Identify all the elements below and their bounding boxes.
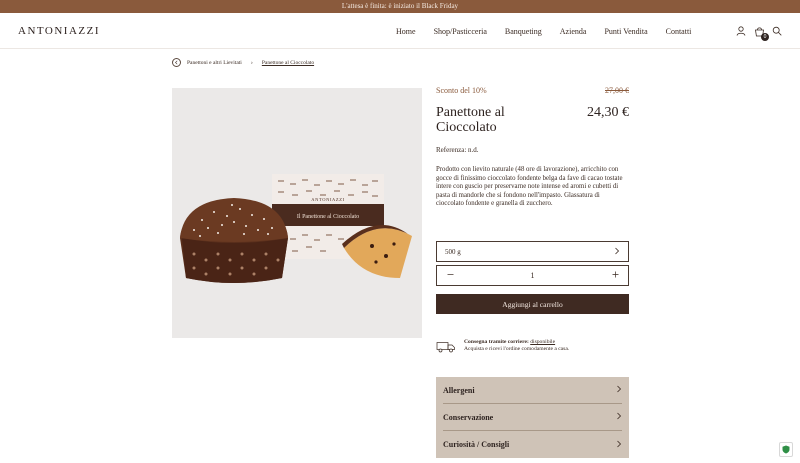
price-discount-row: Sconto del 10% 27,00 € [436, 86, 629, 95]
header-icons: 0 [735, 25, 783, 41]
weight-select-value: 500 g [445, 247, 461, 256]
chevron-right-icon [616, 412, 622, 422]
panettone-illustration: ANTONIAZZI Il Panettone al Cioccolato [180, 174, 412, 283]
box-title: Il Panettone al Cioccolato [297, 214, 359, 220]
old-price: 27,00 € [605, 86, 629, 95]
chevron-right-icon: › [250, 59, 253, 66]
truck-icon [436, 340, 456, 353]
nav-contatti[interactable]: Contatti [666, 27, 692, 36]
chevron-right-icon [616, 440, 622, 450]
breadcrumb: Panettoni e altri Lievitati › Panettone … [172, 58, 314, 67]
delivery-label: Consegna tramite corriere: [464, 339, 529, 345]
nav-punti-vendita[interactable]: Punti Vendita [604, 27, 647, 36]
increase-quantity-button[interactable] [610, 271, 620, 280]
chevron-right-icon [616, 385, 622, 395]
weight-select[interactable]: 500 g [436, 241, 629, 262]
decrease-quantity-button[interactable] [445, 271, 455, 280]
product-accordion: Allergeni Conservazione Curiosità / Cons… [436, 377, 629, 458]
cart-icon[interactable]: 0 [753, 25, 769, 41]
discount-label: Sconto del 10% [436, 86, 487, 95]
quantity-value[interactable]: 1 [531, 271, 535, 280]
title-row: Panettone al Cioccolato 24,30 € [436, 105, 629, 135]
nav-home[interactable]: Home [396, 27, 416, 36]
delivery-text: Consegna tramite corriere: disponibile A… [464, 339, 569, 352]
product-title: Panettone al Cioccolato [436, 105, 505, 135]
product-price: 24,30 € [587, 105, 629, 120]
breadcrumb-parent[interactable]: Panettoni e altri Lievitati [187, 60, 242, 66]
breadcrumb-current[interactable]: Panettone al Cioccolato [262, 60, 314, 66]
quantity-stepper: 1 [436, 265, 629, 286]
product-description: Prodotto con lievito naturale (48 ore di… [436, 166, 623, 208]
main-nav: Home Shop/Pasticceria Banqueting Azienda… [396, 27, 709, 36]
user-icon[interactable] [735, 25, 747, 37]
cookie-settings-button[interactable] [779, 442, 793, 457]
accordion-curiosita[interactable]: Curiosità / Consigli [443, 431, 622, 458]
chevron-right-icon [614, 247, 620, 257]
brand-logo[interactable]: ANTONIAZZI [18, 25, 100, 37]
announcement-bar: L'attesa è finita: è iniziato il Black F… [0, 0, 800, 13]
accordion-label: Allergeni [443, 385, 475, 395]
back-arrow-icon[interactable] [172, 58, 181, 67]
nav-shop[interactable]: Shop/Pasticceria [434, 27, 487, 36]
accordion-allergeni[interactable]: Allergeni [443, 377, 622, 404]
shield-icon [782, 445, 790, 454]
nav-azienda[interactable]: Azienda [560, 27, 587, 36]
product-image[interactable]: ANTONIAZZI Il Panettone al Cioccolato [172, 88, 422, 338]
product-info: Sconto del 10% 27,00 € Panettone al Cioc… [436, 86, 629, 209]
cart-count-badge: 0 [761, 33, 769, 41]
accordion-label: Conservazione [443, 412, 494, 422]
nav-banqueting[interactable]: Banqueting [505, 27, 542, 36]
accordion-conservazione[interactable]: Conservazione [443, 404, 622, 431]
delivery-info: Consegna tramite corriere: disponibile A… [436, 339, 629, 353]
delivery-status-link[interactable]: disponibile [530, 339, 555, 345]
add-to-cart-button[interactable]: Aggiungi al carrello [436, 294, 629, 314]
accordion-label: Curiosità / Consigli [443, 440, 510, 449]
box-brand: ANTONIAZZI [311, 197, 344, 202]
search-icon[interactable] [771, 25, 783, 37]
site-header: ANTONIAZZI Home Shop/Pasticceria Banquet… [0, 13, 800, 49]
product-reference: Referenza: n.d. [436, 146, 479, 154]
delivery-note: Acquista e ricevi l'ordine comodamente a… [464, 345, 570, 352]
